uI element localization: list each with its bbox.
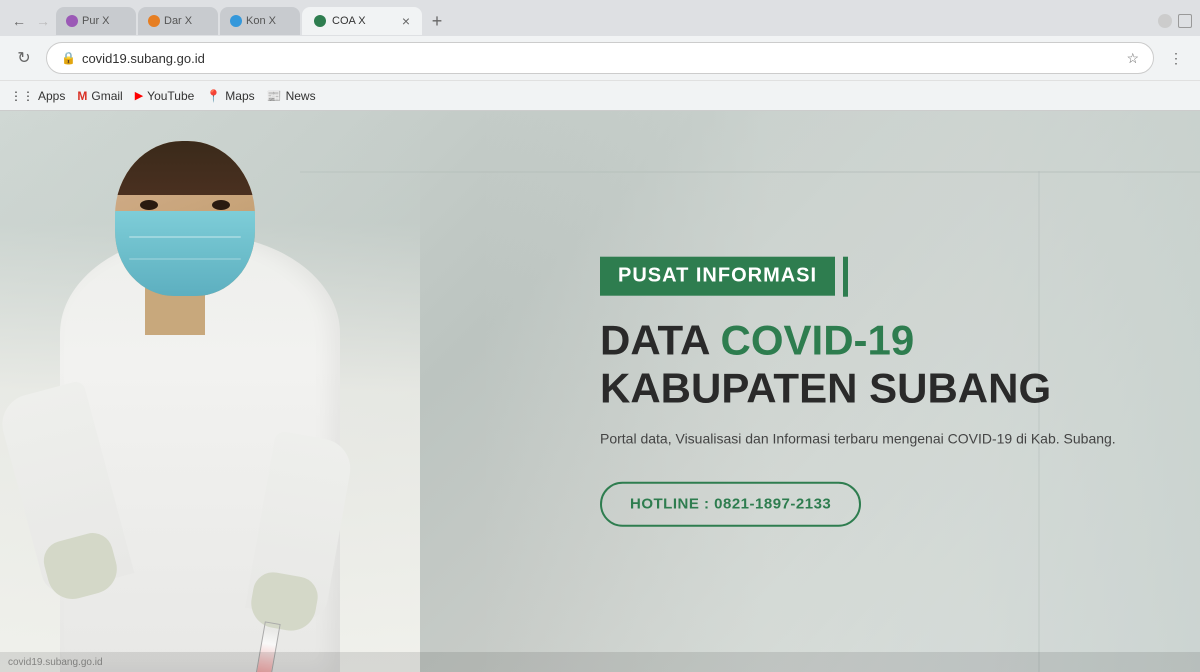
doctor-right-eye xyxy=(212,200,230,210)
bookmark-youtube[interactable]: ▶ YouTube xyxy=(135,89,195,103)
content-area: PUSAT INFORMASI DATA COVID-19 KABUPATEN … xyxy=(600,256,1120,527)
bookmark-maps[interactable]: 📍 Maps xyxy=(206,89,254,103)
tab-bar: ← → Pur X Dar X Kon X COA X × + xyxy=(0,0,1200,36)
address-bar[interactable]: 🔒 covid19.subang.go.id ☆ xyxy=(46,42,1154,74)
title-covid: COVID-19 xyxy=(721,316,915,363)
doctor-mask xyxy=(115,211,255,296)
tab-kon[interactable]: Kon X xyxy=(220,7,300,35)
mask-fold-1 xyxy=(129,236,241,238)
tab-favicon-dar xyxy=(148,15,160,27)
extensions-button[interactable]: ⋮ xyxy=(1162,44,1190,72)
reload-button[interactable]: ↻ xyxy=(10,44,38,72)
tab-dar-label: Dar X xyxy=(164,15,208,27)
title-suffix: KABUPATEN SUBANG xyxy=(600,365,1051,412)
apps-label: Apps xyxy=(38,89,65,103)
bookmark-news[interactable]: 📰 News xyxy=(267,89,316,103)
tab-coa[interactable]: COA X × xyxy=(302,7,422,35)
minimize-button[interactable] xyxy=(1158,14,1172,28)
tab-favicon-coa xyxy=(314,15,326,27)
doctor-figure xyxy=(0,111,420,672)
mask-fold-2 xyxy=(129,258,241,260)
youtube-label: YouTube xyxy=(147,89,194,103)
ceiling-line xyxy=(300,171,1200,173)
tab-pur[interactable]: Pur X xyxy=(56,7,136,35)
bookmarks-bar: ⋮⋮ Apps M Gmail ▶ YouTube 📍 Maps 📰 News xyxy=(0,80,1200,110)
nav-actions: ⋮ xyxy=(1162,44,1190,72)
tab-favicon xyxy=(66,15,78,27)
bookmark-apps[interactable]: ⋮⋮ Apps xyxy=(10,89,65,103)
maps-label: Maps xyxy=(225,89,254,103)
forward-button[interactable]: → xyxy=(32,10,54,32)
pusat-badge: PUSAT INFORMASI xyxy=(600,256,848,296)
tab-coa-label: COA X xyxy=(332,15,396,27)
browser-chrome: ← → Pur X Dar X Kon X COA X × + ↻ 🔒 xyxy=(0,0,1200,111)
pusat-informasi-label: PUSAT INFORMASI xyxy=(600,257,835,296)
gmail-label: Gmail xyxy=(91,89,122,103)
tab-favicon-kon xyxy=(230,15,242,27)
status-bar: covid19.subang.go.id xyxy=(0,652,1200,672)
doctor-head xyxy=(115,141,255,296)
doctor-left-eye xyxy=(140,200,158,210)
new-tab-button[interactable]: + xyxy=(424,8,450,34)
tab-dar[interactable]: Dar X xyxy=(138,7,218,35)
gmail-icon: M xyxy=(77,89,87,103)
maps-icon: 📍 xyxy=(206,89,221,103)
window-controls xyxy=(1158,14,1192,28)
apps-icon: ⋮⋮ xyxy=(10,89,34,103)
nav-bar: ↻ 🔒 covid19.subang.go.id ☆ ⋮ xyxy=(0,36,1200,80)
tab-close-icon[interactable]: × xyxy=(402,14,410,28)
bookmark-star-icon[interactable]: ☆ xyxy=(1126,50,1139,67)
status-url: covid19.subang.go.id xyxy=(8,657,103,668)
maximize-button[interactable] xyxy=(1178,14,1192,28)
title-data-prefix: DATA xyxy=(600,316,721,363)
main-title: DATA COVID-19 KABUPATEN SUBANG xyxy=(600,316,1120,413)
doctor-hair xyxy=(115,141,255,195)
back-button[interactable]: ← xyxy=(8,10,30,32)
page-subtitle: Portal data, Visualisasi dan Informasi t… xyxy=(600,429,1120,450)
bookmark-gmail[interactable]: M Gmail xyxy=(77,89,122,103)
url-text: covid19.subang.go.id xyxy=(82,51,1120,66)
tab-pur-label: Pur X xyxy=(82,15,126,27)
youtube-icon: ▶ xyxy=(135,89,143,102)
tab-kon-label: Kon X xyxy=(246,15,290,27)
webpage: PUSAT INFORMASI DATA COVID-19 KABUPATEN … xyxy=(0,111,1200,672)
hotline-button[interactable]: HOTLINE : 0821-1897-2133 xyxy=(600,482,861,527)
news-label: News xyxy=(286,89,316,103)
lock-icon: 🔒 xyxy=(61,51,76,65)
pusat-stripe-decoration xyxy=(843,256,848,296)
news-icon: 📰 xyxy=(267,89,282,103)
